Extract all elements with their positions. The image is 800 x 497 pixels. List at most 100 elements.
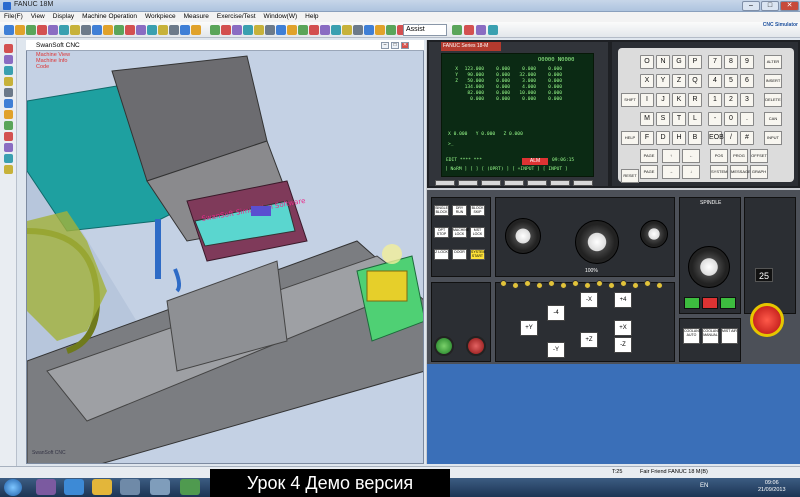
- toolbar-icon[interactable]: [48, 25, 58, 35]
- func-key[interactable]: GRAPH: [750, 165, 768, 179]
- toolbar-icon[interactable]: [254, 25, 264, 35]
- cursor-key[interactable]: ↓: [682, 165, 700, 179]
- menu-item-8[interactable]: Help: [301, 12, 322, 22]
- toolbar-icon[interactable]: [15, 25, 25, 35]
- cursor-key[interactable]: →: [662, 165, 680, 179]
- toolbar-icon[interactable]: [309, 25, 319, 35]
- toolbar-icon[interactable]: [59, 25, 69, 35]
- toolbar-icon[interactable]: [342, 25, 352, 35]
- softkey-button[interactable]: [504, 180, 524, 186]
- menu-item-0[interactable]: File(F): [0, 12, 27, 22]
- jog-key[interactable]: +Z: [580, 332, 598, 348]
- jog-key[interactable]: +Y: [520, 320, 538, 336]
- mode-key[interactable]: Z LOCK: [434, 249, 449, 260]
- toolbar-icon[interactable]: [81, 25, 91, 35]
- softkey-button[interactable]: [573, 180, 593, 186]
- menu-item-1[interactable]: View: [27, 12, 49, 22]
- toolbar-icon[interactable]: [136, 25, 146, 35]
- key-I[interactable]: I: [640, 93, 654, 107]
- key-8[interactable]: 8: [724, 55, 738, 69]
- func-key[interactable]: PROG: [730, 149, 748, 163]
- menu-item-7[interactable]: Window(W): [260, 12, 302, 22]
- feed-hold-button[interactable]: [466, 336, 486, 356]
- key-T[interactable]: T: [672, 112, 686, 126]
- spindle-stop-button[interactable]: [702, 297, 718, 309]
- func-key[interactable]: MESSAGE: [730, 165, 751, 179]
- emergency-stop-button[interactable]: [750, 303, 784, 337]
- cursor-key[interactable]: ↑: [662, 149, 680, 163]
- viewport-minimize[interactable]: –: [381, 42, 389, 49]
- key-alter[interactable]: ALTER: [764, 55, 782, 69]
- taskbar-app-cnc-icon[interactable]: [150, 479, 170, 495]
- toolbar-icon[interactable]: [276, 25, 286, 35]
- toolbar-icon[interactable]: [70, 25, 80, 35]
- softkey-button[interactable]: [550, 180, 570, 186]
- key-S[interactable]: S: [656, 112, 670, 126]
- toolbar-icon[interactable]: [191, 25, 201, 35]
- side-tool-icon[interactable]: [4, 154, 13, 163]
- key-D[interactable]: D: [656, 131, 670, 145]
- system-clock[interactable]: 09:06 21/09/2013: [758, 480, 786, 494]
- toolbar-run-icon[interactable]: [452, 25, 462, 35]
- key-1[interactable]: 1: [708, 93, 722, 107]
- key-6[interactable]: 6: [740, 74, 754, 88]
- taskbar-app-ie-icon[interactable]: [64, 479, 84, 495]
- coolant-key[interactable]: COOLANT AUTO: [683, 328, 701, 344]
- key-H[interactable]: H: [672, 131, 686, 145]
- key-7[interactable]: 7: [708, 55, 722, 69]
- key-9[interactable]: 9: [740, 55, 754, 69]
- side-tool-icon[interactable]: [4, 88, 13, 97]
- taskbar-app-explorer-icon[interactable]: [92, 479, 112, 495]
- toolbar-icon[interactable]: [353, 25, 363, 35]
- key-help[interactable]: HELP: [621, 131, 639, 145]
- jog-key[interactable]: +X: [614, 320, 632, 336]
- viewport-close[interactable]: ✕: [401, 42, 409, 49]
- close-button[interactable]: ✕: [780, 1, 799, 11]
- tree-item-code[interactable]: Code: [36, 64, 70, 70]
- feed-override-knob[interactable]: [505, 218, 541, 254]
- taskbar-app-media-icon[interactable]: [36, 479, 56, 495]
- toolbar-icon[interactable]: [92, 25, 102, 35]
- coolant-key[interactable]: MIST AIR: [721, 328, 738, 344]
- start-button[interactable]: [4, 479, 22, 496]
- toolbar-icon[interactable]: [320, 25, 330, 35]
- mode-key[interactable]: MACHINE LOCK: [452, 227, 469, 238]
- jog-key[interactable]: -4: [547, 305, 565, 321]
- toolbar-icon[interactable]: [169, 25, 179, 35]
- func-key[interactable]: SYSTEM: [710, 165, 728, 179]
- key-2[interactable]: 2: [724, 93, 738, 107]
- softkey-button[interactable]: [435, 180, 455, 186]
- coolant-key[interactable]: COOLANT MANUAL: [702, 328, 720, 344]
- key-M[interactable]: M: [640, 112, 654, 126]
- machine-viewport[interactable]: SwanSoft Simulation Software: [26, 40, 424, 464]
- viewport-maximize[interactable]: □: [391, 42, 399, 49]
- mode-key[interactable]: MST LOCK: [470, 227, 485, 238]
- toolbar-icon[interactable]: [298, 25, 308, 35]
- language-indicator[interactable]: EN: [700, 483, 708, 489]
- menu-item-2[interactable]: Display: [49, 12, 78, 22]
- minimize-button[interactable]: –: [742, 1, 760, 11]
- key-O[interactable]: O: [640, 55, 654, 69]
- mode-key[interactable]: OPT STOP: [434, 227, 449, 238]
- key-B[interactable]: B: [688, 131, 702, 145]
- side-tool-icon[interactable]: [4, 99, 13, 108]
- menu-item-6[interactable]: Exercise/Test: [213, 12, 260, 22]
- key-4[interactable]: 4: [708, 74, 722, 88]
- menu-item-5[interactable]: Measure: [180, 12, 213, 22]
- key-Z[interactable]: Z: [672, 74, 686, 88]
- jog-key[interactable]: -Y: [547, 342, 565, 358]
- key-K[interactable]: K: [672, 93, 686, 107]
- menu-item-4[interactable]: Workpiece: [141, 12, 180, 22]
- mode-key[interactable]: DOOR: [452, 249, 467, 260]
- jog-key[interactable]: -Z: [614, 337, 632, 353]
- func-key[interactable]: OFFSET SETTING: [750, 149, 768, 170]
- toolbar-icon[interactable]: [26, 25, 36, 35]
- toolbar-icon[interactable]: [37, 25, 47, 35]
- key-shift[interactable]: SHIFT: [621, 93, 639, 107]
- key-delete[interactable]: DELETE: [764, 93, 782, 107]
- toolbar-icon[interactable]: [103, 25, 113, 35]
- spindle-speed-knob[interactable]: [688, 246, 730, 288]
- key-N[interactable]: N: [656, 55, 670, 69]
- jog-key[interactable]: -X: [580, 292, 598, 308]
- toolbar-icon[interactable]: [265, 25, 275, 35]
